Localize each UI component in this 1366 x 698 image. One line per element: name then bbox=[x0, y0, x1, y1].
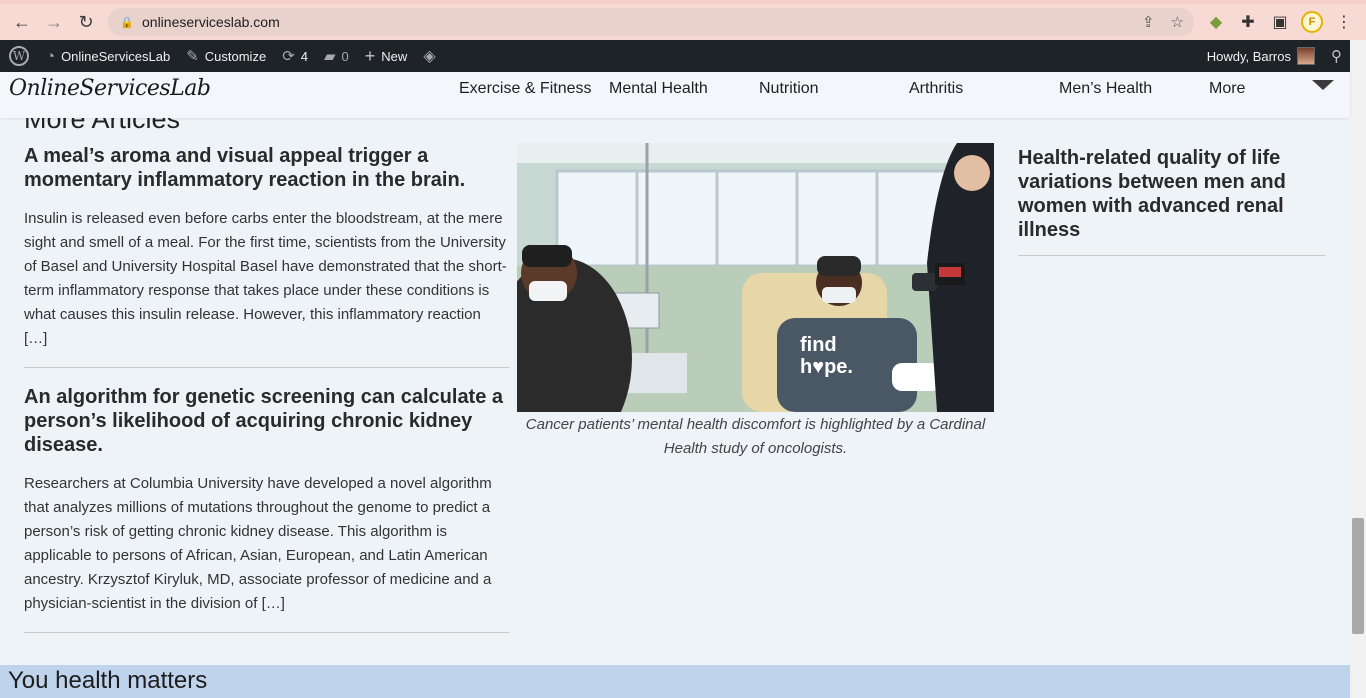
article-excerpt: Insulin is released even before carbs en… bbox=[24, 210, 507, 347]
nav-item-exercise-fitness[interactable]: Exercise & Fitness bbox=[459, 80, 591, 98]
bookmark-star-icon[interactable]: ☆ bbox=[1171, 13, 1184, 31]
plus-icon: + bbox=[364, 45, 376, 66]
side-article-title-link[interactable]: Health-related quality of life variation… bbox=[1018, 146, 1308, 242]
article-title-link[interactable]: An algorithm for genetic screening can c… bbox=[24, 385, 504, 457]
featured-image-illustration: find h♥pe. bbox=[517, 143, 994, 412]
nav-item-mens-health[interactable]: Men’s Health bbox=[1059, 80, 1152, 98]
footer-heading: You health matters bbox=[8, 667, 208, 694]
reload-icon: ↻ bbox=[78, 11, 94, 32]
diamond-icon: ◈ bbox=[423, 48, 436, 65]
address-bar[interactable]: 🔒 onlineserviceslab.com ⇪ ☆ bbox=[108, 8, 1194, 36]
footer-band: You health matters bbox=[0, 665, 1350, 698]
lock-icon: 🔒 bbox=[120, 17, 134, 29]
updates-link[interactable]: ⟳ 4 bbox=[274, 40, 316, 72]
site-logo[interactable]: OnlineServicesLab bbox=[9, 76, 211, 101]
new-label: New bbox=[381, 48, 408, 64]
avatar bbox=[1297, 47, 1315, 65]
back-button[interactable]: ← bbox=[6, 6, 38, 38]
wp-logo-button[interactable]: W bbox=[0, 40, 38, 72]
featured-image[interactable]: find h♥pe. bbox=[517, 143, 994, 412]
divider bbox=[24, 632, 509, 633]
divider bbox=[1018, 255, 1325, 256]
chevron-down-icon[interactable] bbox=[1312, 80, 1334, 90]
customize-link[interactable]: ✎ Customize bbox=[178, 40, 274, 72]
main-content: More Articles A meal’s aroma and visual … bbox=[0, 72, 1350, 698]
brush-icon: ✎ bbox=[186, 48, 199, 65]
site-name-link[interactable]: ◔ OnlineServicesLab bbox=[38, 40, 178, 72]
dashboard-icon: ◔ bbox=[46, 47, 56, 65]
site-name-label: OnlineServicesLab bbox=[61, 48, 171, 64]
nav-item-arthritis[interactable]: Arthritis bbox=[909, 80, 963, 98]
wordpress-icon: W bbox=[9, 46, 29, 66]
comment-icon: ▰ bbox=[324, 48, 336, 65]
shirt-text: h♥pe. bbox=[800, 356, 853, 378]
nav-item-nutrition[interactable]: Nutrition bbox=[759, 80, 819, 98]
image-caption: Cancer patients’ mental health discomfor… bbox=[525, 416, 986, 457]
wp-admin-bar: W ◔ OnlineServicesLab ✎ Customize ⟳ 4 ▰ … bbox=[0, 40, 1350, 72]
comments-link[interactable]: ▰ 0 bbox=[316, 40, 357, 72]
comments-count: 0 bbox=[341, 48, 349, 64]
howdy-label: Howdy, Barros bbox=[1206, 48, 1291, 64]
share-icon[interactable]: ⇪ bbox=[1142, 13, 1155, 31]
article-title-link[interactable]: A meal’s aroma and visual appeal trigger… bbox=[24, 144, 504, 192]
admin-search-button[interactable]: ⚲ bbox=[1323, 40, 1350, 72]
profile-avatar[interactable]: F bbox=[1301, 11, 1323, 33]
my-account-link[interactable]: Howdy, Barros bbox=[1199, 40, 1323, 72]
reload-button[interactable]: ↻ bbox=[70, 6, 102, 38]
customize-label: Customize bbox=[204, 48, 267, 64]
updates-count: 4 bbox=[300, 48, 308, 64]
extension-icon[interactable]: ◆ bbox=[1205, 11, 1227, 33]
nav-item-more[interactable]: More bbox=[1209, 80, 1245, 98]
arrow-right-icon: → bbox=[45, 11, 63, 32]
updates-icon: ⟳ bbox=[282, 48, 295, 65]
site-header: OnlineServicesLab Exercise & Fitness Men… bbox=[0, 72, 1350, 118]
article-excerpt: Researchers at Columbia University have … bbox=[24, 475, 492, 612]
arrow-left-icon: ← bbox=[13, 11, 31, 32]
scroll-thumb[interactable] bbox=[1352, 518, 1364, 634]
shirt-text: find bbox=[800, 334, 837, 356]
browser-toolbar: ← → ↻ 🔒 onlineserviceslab.com ⇪ ☆ ◆ ✚ ▣ … bbox=[0, 4, 1366, 40]
divider bbox=[24, 367, 509, 368]
new-content-link[interactable]: + New bbox=[357, 40, 416, 72]
plugin-menu-item[interactable]: ◈ bbox=[415, 40, 443, 72]
page-scrollbar[interactable] bbox=[1350, 40, 1366, 698]
side-panel-icon[interactable]: ▣ bbox=[1269, 11, 1291, 33]
url-text[interactable]: onlineserviceslab.com bbox=[142, 14, 280, 30]
forward-button[interactable]: → bbox=[38, 6, 70, 38]
nav-item-mental-health[interactable]: Mental Health bbox=[609, 80, 708, 98]
kebab-menu-icon[interactable]: ⋮ bbox=[1333, 11, 1355, 33]
puzzle-icon[interactable]: ✚ bbox=[1237, 11, 1259, 33]
search-icon: ⚲ bbox=[1331, 48, 1342, 65]
